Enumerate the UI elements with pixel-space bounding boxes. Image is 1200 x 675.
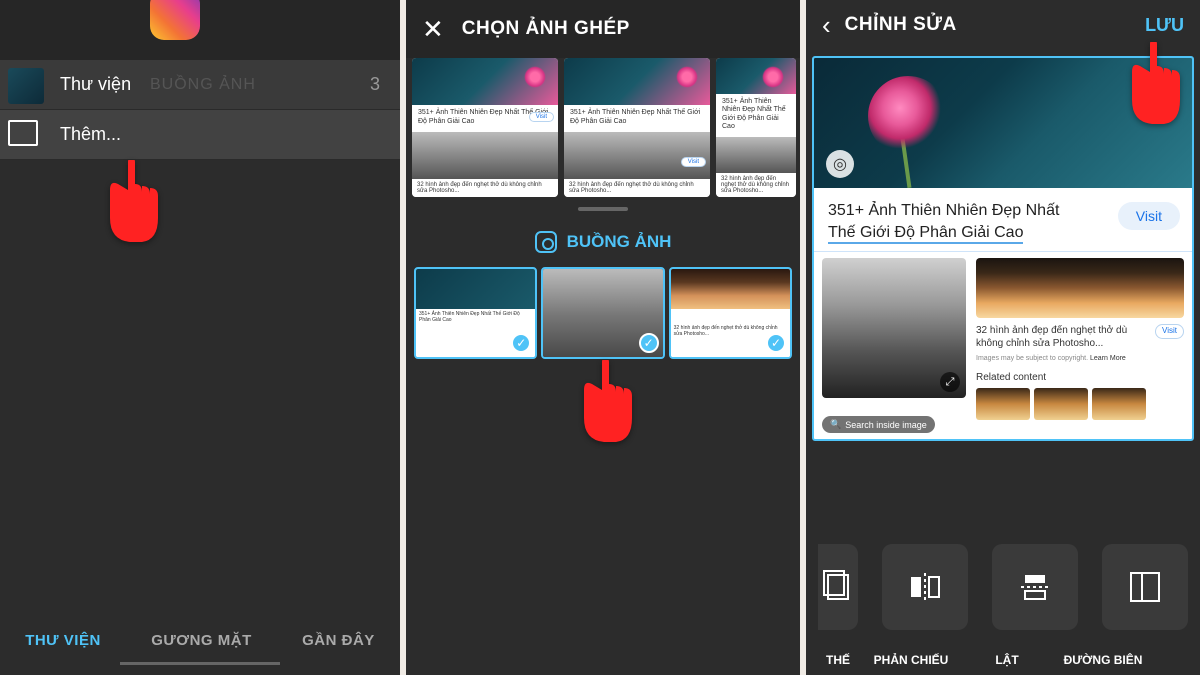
source-card[interactable]: 351+ Ảnh Thiên Nhiên Đẹp Nhất Thế Giới Đ… bbox=[412, 58, 558, 197]
pictures-icon bbox=[12, 124, 38, 146]
card-hero-image bbox=[564, 58, 710, 105]
tool-flip[interactable] bbox=[992, 544, 1078, 630]
section-title: BUỒNG ẢNH bbox=[567, 232, 672, 252]
source-card[interactable]: 351+ Ảnh Thiên Nhiên Đẹp Nhất Thế Giới Đ… bbox=[564, 58, 710, 197]
tab-indicator bbox=[120, 662, 280, 665]
visit-chip[interactable]: Visit bbox=[1155, 324, 1184, 338]
related-thumb[interactable] bbox=[976, 388, 1030, 420]
card-subtitle: 32 hình ảnh đẹp đến nghẹt thở dù không c… bbox=[564, 179, 710, 197]
modal-title: CHỌN ẢNH GHÉP bbox=[462, 18, 630, 40]
edit-title: CHỈNH SỬA bbox=[845, 14, 957, 36]
thumb-image bbox=[671, 269, 790, 309]
flip-icon bbox=[1017, 569, 1053, 605]
edit-tools-row bbox=[806, 537, 1200, 637]
border-icon bbox=[1127, 569, 1163, 605]
screen-gallery-picker: Thư viện BUỒNG ẢNH 3 Thêm... THƯ VIỆN GƯ… bbox=[0, 0, 400, 675]
related-thumb[interactable] bbox=[1092, 388, 1146, 420]
selected-thumb[interactable]: ✓ bbox=[541, 267, 664, 359]
menu-item-more[interactable]: Thêm... bbox=[0, 110, 400, 160]
screen-edit: ‹ CHỈNH SỬA LƯU 351+ Ảnh Thiên Nhiên Đẹp… bbox=[800, 0, 1200, 675]
search-inside-chip[interactable]: 🔍 Search inside image bbox=[822, 416, 935, 433]
secondary-text: 32 hình ảnh đẹp đến nghẹt thở dù không c… bbox=[976, 325, 1127, 349]
check-icon: ✓ bbox=[766, 333, 786, 353]
selected-images-row: 351+ Ảnh Thiên Nhiên Đẹp Nhất Thế Giới Đ… bbox=[406, 267, 800, 359]
tutorial-pointer-icon bbox=[1122, 42, 1182, 127]
card-subtitle: 32 hình ảnh đẹp đến nghẹt thở dù không c… bbox=[412, 179, 558, 197]
selected-thumb[interactable]: 32 hình ảnh đẹp đến nghẹt thở dù không c… bbox=[669, 267, 792, 359]
mountain-image: ⤢ bbox=[822, 258, 966, 398]
related-thumbs bbox=[976, 388, 1146, 420]
tab-faces[interactable]: GƯƠNG MẶT bbox=[151, 632, 252, 649]
tool-border[interactable] bbox=[1102, 544, 1188, 630]
copyright-meta: Images may be subject to copyright. Lear… bbox=[976, 354, 1146, 363]
drag-handle-icon[interactable] bbox=[578, 207, 628, 211]
card-title: 351+ Ảnh Thiên Nhiên Đẹp Nhất Thế Giới Đ… bbox=[564, 105, 710, 130]
tutorial-pointer-icon bbox=[100, 160, 160, 245]
screen-choose-collage: ✕ CHỌN ẢNH GHÉP 351+ Ảnh Thiên Nhiên Đẹp… bbox=[400, 0, 800, 675]
card-mountain-image bbox=[716, 137, 796, 173]
card-title: 351+ Ảnh Thiên Nhiên Đẹp Nhất Thế Giới Đ… bbox=[716, 94, 796, 136]
back-icon[interactable]: ‹ bbox=[822, 10, 831, 41]
lower-content: ⤢ 32 hình ảnh đẹp đến nghẹt thở dù không… bbox=[814, 252, 1192, 420]
card-subtitle: 32 hình ảnh đẹp đến nghẹt thở dù không c… bbox=[716, 173, 796, 197]
secondary-card: 32 hình ảnh đẹp đến nghẹt thở dù không c… bbox=[976, 324, 1184, 420]
search-icon: 🔍 bbox=[830, 419, 841, 430]
visit-chip[interactable]: Visit bbox=[529, 112, 554, 122]
sunset-image bbox=[976, 258, 1184, 318]
related-label: Related content bbox=[976, 371, 1146, 384]
top-spacer bbox=[0, 0, 400, 60]
section-header: BUỒNG ẢNH bbox=[406, 221, 800, 267]
source-card[interactable]: 351+ Ảnh Thiên Nhiên Đẹp Nhất Thế Giới Đ… bbox=[716, 58, 796, 197]
related-thumb[interactable] bbox=[1034, 388, 1088, 420]
tool-label-flip: LẬT bbox=[964, 653, 1050, 667]
tool-label-border: ĐƯỜNG BIÊN bbox=[1060, 653, 1146, 667]
tab-recent[interactable]: GẦN ĐÂY bbox=[302, 632, 375, 649]
tool-mirror[interactable] bbox=[882, 544, 968, 630]
camera-icon bbox=[535, 231, 557, 253]
thumb-image bbox=[416, 269, 535, 309]
source-images-strip[interactable]: 351+ Ảnh Thiên Nhiên Đẹp Nhất Thế Giới Đ… bbox=[406, 58, 800, 203]
save-button[interactable]: LƯU bbox=[1145, 15, 1184, 36]
more-label: Thêm... bbox=[60, 124, 121, 145]
card-hero-image bbox=[716, 58, 796, 94]
article-title: 351+ Ảnh Thiên Nhiên Đẹp Nhất Thế Giới Đ… bbox=[828, 200, 1088, 243]
close-icon[interactable]: ✕ bbox=[422, 14, 444, 45]
modal-header: ✕ CHỌN ẢNH GHÉP bbox=[406, 0, 800, 58]
lens-icon[interactable] bbox=[826, 150, 854, 178]
card-hero-image bbox=[412, 58, 558, 105]
gallery-count: 3 bbox=[370, 74, 380, 95]
tab-library[interactable]: THƯ VIỆN bbox=[25, 632, 101, 649]
visit-button[interactable]: Visit bbox=[1118, 202, 1180, 230]
check-icon: ✓ bbox=[639, 333, 659, 353]
mirror-icon bbox=[907, 569, 943, 605]
card-mountain-image bbox=[412, 132, 558, 179]
expand-icon[interactable]: ⤢ bbox=[940, 372, 960, 392]
instagram-icon bbox=[150, 0, 200, 40]
gallery-label: Thư viện bbox=[60, 74, 131, 95]
right-column: 32 hình ảnh đẹp đến nghẹt thở dù không c… bbox=[976, 258, 1184, 420]
bottom-tabs: THƯ VIỆN GƯƠNG MẶT GẦN ĐÂY bbox=[0, 615, 400, 665]
selected-thumb[interactable]: 351+ Ảnh Thiên Nhiên Đẹp Nhất Thế Giới Đ… bbox=[414, 267, 537, 359]
visit-chip[interactable]: Visit bbox=[681, 157, 706, 167]
tool-label-mirror: PHẢN CHIẾU bbox=[868, 653, 954, 667]
menu-item-gallery[interactable]: Thư viện BUỒNG ẢNH 3 bbox=[0, 60, 400, 110]
ghost-section-label: BUỒNG ẢNH bbox=[150, 76, 256, 94]
tool-label-replace: THẾ bbox=[818, 653, 858, 667]
tool-labels: THẾ PHẢN CHIẾU LẬT ĐƯỜNG BIÊN bbox=[806, 653, 1200, 667]
replace-icon bbox=[822, 569, 858, 605]
tool-replace[interactable] bbox=[818, 544, 858, 630]
tutorial-pointer-icon bbox=[574, 360, 634, 445]
gallery-thumbnail-icon bbox=[8, 68, 44, 104]
card-mountain-image bbox=[564, 132, 710, 179]
article-block: 351+ Ảnh Thiên Nhiên Đẹp Nhất Thế Giới Đ… bbox=[814, 188, 1192, 252]
